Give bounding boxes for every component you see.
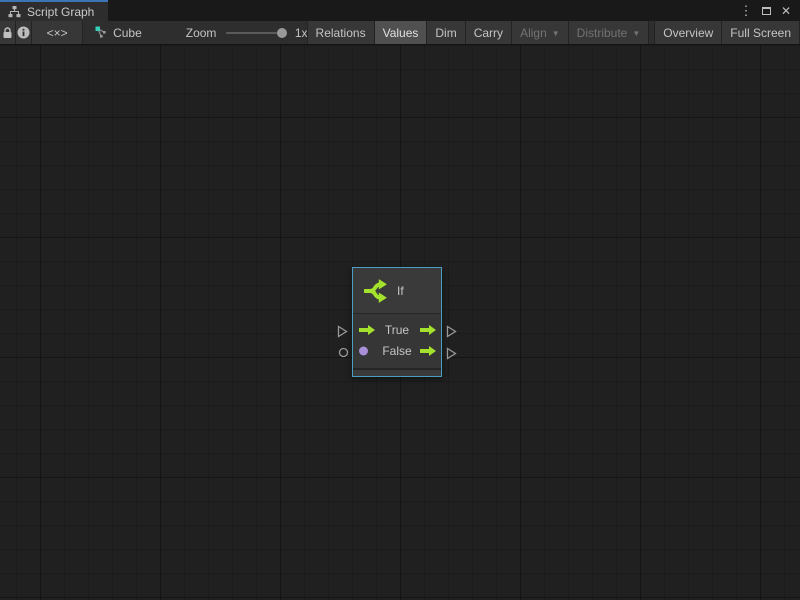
condition-input-port[interactable]	[359, 346, 368, 355]
distribute-dropdown[interactable]: Distribute ▼	[568, 21, 650, 44]
window-tab-bar: Script Graph ⋮ ✕	[0, 0, 800, 21]
circle-port-icon	[338, 347, 349, 358]
if-node-footer	[353, 368, 441, 376]
window-controls: ⋮ ✕	[738, 0, 800, 21]
graph-canvas[interactable]: If True	[0, 45, 800, 600]
true-port-row: True	[353, 319, 441, 340]
align-dropdown[interactable]: Align ▼	[511, 21, 569, 44]
graph-hierarchy-icon	[8, 6, 21, 18]
script-machine-icon	[95, 26, 108, 39]
true-output-port[interactable]	[420, 325, 436, 335]
flow-input-port[interactable]	[359, 325, 375, 335]
info-button[interactable]	[15, 21, 32, 44]
chevron-down-icon: ▼	[632, 29, 640, 38]
branch-icon	[362, 278, 388, 304]
zoom-slider-handle[interactable]	[277, 28, 287, 38]
true-output-connector[interactable]	[446, 325, 457, 338]
tab-title: Script Graph	[27, 5, 94, 19]
false-port-label: False	[382, 344, 411, 358]
close-icon[interactable]: ✕	[778, 3, 794, 19]
dim-button[interactable]: Dim	[426, 21, 465, 44]
flow-arrow-icon	[420, 346, 436, 356]
node-title: If	[397, 284, 404, 298]
fullscreen-button[interactable]: Full Screen	[721, 21, 800, 44]
if-node-body: True False	[353, 314, 441, 366]
if-node[interactable]: If True	[352, 267, 442, 377]
carry-button[interactable]: Carry	[465, 21, 512, 44]
toolbar-toggles: Relations Values Dim Carry Align ▼ Distr…	[308, 21, 800, 44]
relations-button[interactable]: Relations	[307, 21, 375, 44]
code-view-button[interactable]: <×>	[31, 21, 83, 44]
code-icon: <×>	[47, 26, 68, 40]
true-port-label: True	[385, 323, 409, 337]
maximize-icon[interactable]	[758, 3, 774, 19]
false-port-row: False	[353, 340, 441, 361]
overview-button[interactable]: Overview	[654, 21, 722, 44]
chevron-down-icon: ▼	[552, 29, 560, 38]
triangle-port-icon	[337, 325, 348, 338]
window-menu-icon[interactable]: ⋮	[738, 3, 754, 19]
if-node-header[interactable]: If	[353, 268, 441, 314]
tab-script-graph[interactable]: Script Graph	[0, 0, 108, 21]
values-button[interactable]: Values	[374, 21, 428, 44]
flow-arrow-icon	[359, 325, 375, 335]
lock-icon	[2, 27, 13, 39]
info-icon	[17, 26, 30, 39]
zoom-slider[interactable]	[226, 21, 286, 44]
zoom-label: Zoom	[186, 21, 217, 44]
graph-reference[interactable]: Cube	[95, 21, 142, 44]
false-output-connector[interactable]	[446, 347, 457, 360]
flow-input-connector[interactable]	[337, 325, 348, 338]
false-output-port[interactable]	[420, 346, 436, 356]
graph-toolbar: <×> Cube Zoom 1x Relations Values Dim Ca…	[0, 21, 800, 45]
flow-arrow-icon	[420, 325, 436, 335]
condition-input-connector[interactable]	[338, 347, 349, 358]
triangle-port-icon	[446, 347, 457, 360]
graph-name-label: Cube	[113, 26, 142, 40]
boolean-port-icon	[359, 346, 368, 355]
triangle-port-icon	[446, 325, 457, 338]
lock-button[interactable]	[0, 21, 16, 44]
